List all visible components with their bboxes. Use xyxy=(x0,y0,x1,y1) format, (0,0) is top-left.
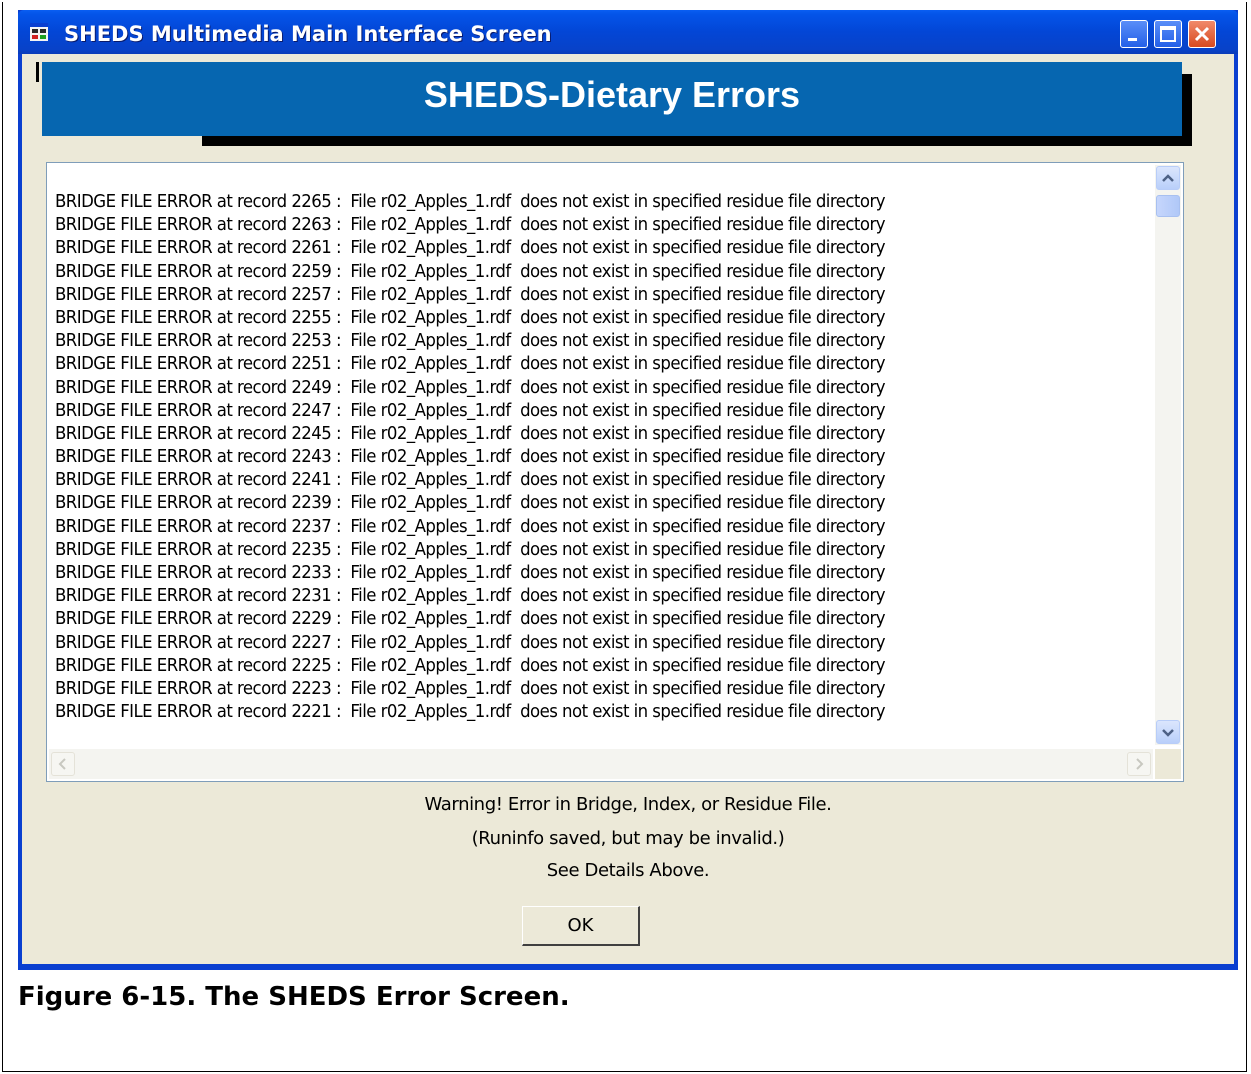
banner-title: SHEDS-Dietary Errors xyxy=(423,74,801,115)
log-line: BRIDGE FILE ERROR at record 2227 : File … xyxy=(55,631,886,653)
log-line: BRIDGE FILE ERROR at record 2225 : File … xyxy=(55,654,886,676)
scroll-down-icon xyxy=(1157,729,1179,747)
scroll-right-icon xyxy=(1128,758,1150,779)
log-line: BRIDGE FILE ERROR at record 2245 : File … xyxy=(55,422,886,444)
runinfo-message: (Runinfo saved, but may be invalid.) xyxy=(471,828,785,849)
window-title: SHEDS Multimedia Main Interface Screen xyxy=(64,22,552,46)
scroll-left-button[interactable] xyxy=(51,752,75,776)
maximize-button[interactable] xyxy=(1154,20,1182,48)
log-line: BRIDGE FILE ERROR at record 2223 : File … xyxy=(55,677,886,699)
log-line: BRIDGE FILE ERROR at record 2229 : File … xyxy=(55,608,886,630)
log-line: BRIDGE FILE ERROR at record 2239 : File … xyxy=(55,492,886,514)
log-line: BRIDGE FILE ERROR at record 2237 : File … xyxy=(55,515,886,537)
scroll-corner xyxy=(1155,749,1181,779)
error-log-content[interactable]: BRIDGE FILE ERROR at record 2265 : File … xyxy=(49,165,1153,745)
figure-caption: Figure 6-15. The SHEDS Error Screen. xyxy=(18,982,570,1012)
title-bar[interactable]: SHEDS Multimedia Main Interface Screen xyxy=(18,10,1238,54)
log-line: BRIDGE FILE ERROR at record 2263 : File … xyxy=(55,214,886,236)
app-window-icon xyxy=(30,23,48,41)
log-line: BRIDGE FILE ERROR at record 2251 : File … xyxy=(55,353,886,375)
log-line: BRIDGE FILE ERROR at record 2253 : File … xyxy=(55,330,886,352)
scroll-up-icon xyxy=(1157,174,1179,193)
scroll-down-button[interactable] xyxy=(1156,720,1180,744)
log-line: BRIDGE FILE ERROR at record 2235 : File … xyxy=(55,538,886,560)
main-window: SHEDS Multimedia Main Interface Screen S… xyxy=(18,10,1238,970)
error-log-box[interactable]: BRIDGE FILE ERROR at record 2265 : File … xyxy=(46,162,1184,782)
log-line: BRIDGE FILE ERROR at record 2255 : File … xyxy=(55,306,886,328)
log-line: BRIDGE FILE ERROR at record 2265 : File … xyxy=(55,191,886,212)
close-button[interactable] xyxy=(1188,20,1216,48)
log-line: BRIDGE FILE ERROR at record 2259 : File … xyxy=(55,260,886,282)
log-line: BRIDGE FILE ERROR at record 2257 : File … xyxy=(55,283,886,305)
vertical-scrollbar[interactable] xyxy=(1155,165,1181,745)
scroll-up-button[interactable] xyxy=(1156,166,1180,190)
log-line: BRIDGE FILE ERROR at record 2233 : File … xyxy=(55,562,886,583)
client-area: SHEDS-Dietary Errors BRIDGE FILE ERROR a… xyxy=(22,54,1234,964)
banner: SHEDS-Dietary Errors xyxy=(42,62,1182,136)
minimize-button[interactable] xyxy=(1120,20,1148,48)
log-line: BRIDGE FILE ERROR at record 2241 : File … xyxy=(55,469,886,491)
log-line: BRIDGE FILE ERROR at record 2247 : File … xyxy=(55,399,886,421)
log-line: BRIDGE FILE ERROR at record 2243 : File … xyxy=(55,446,886,468)
log-line: BRIDGE FILE ERROR at record 2249 : File … xyxy=(55,376,886,398)
banner-divider xyxy=(36,62,39,82)
details-message: See Details Above. xyxy=(546,860,710,881)
log-line: BRIDGE FILE ERROR at record 2261 : File … xyxy=(55,237,886,259)
horizontal-scrollbar[interactable] xyxy=(49,749,1153,779)
log-line: BRIDGE FILE ERROR at record 2231 : File … xyxy=(55,585,886,607)
error-log-lines: BRIDGE FILE ERROR at record 2265 : File … xyxy=(55,190,957,723)
log-line: BRIDGE FILE ERROR at record 2221 : File … xyxy=(55,701,886,723)
scroll-right-button[interactable] xyxy=(1127,752,1151,776)
warning-message: Warning! Error in Bridge, Index, or Resi… xyxy=(424,794,832,815)
ok-button[interactable]: OK xyxy=(522,906,640,946)
vertical-scroll-thumb[interactable] xyxy=(1156,195,1180,217)
scroll-left-icon xyxy=(52,758,74,779)
